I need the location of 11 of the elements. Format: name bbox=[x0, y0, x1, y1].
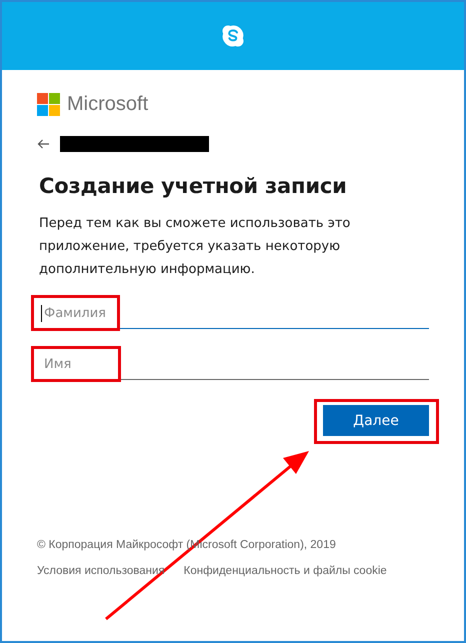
input-field[interactable]: Имя bbox=[41, 344, 429, 380]
input-field[interactable]: Фамилия bbox=[41, 293, 429, 329]
footer-link[interactable]: Конфиденциальность и файлы cookie bbox=[184, 565, 387, 577]
back-arrow-icon[interactable] bbox=[37, 139, 50, 149]
brand-name: Microsoft bbox=[67, 93, 148, 116]
skype-logo-icon bbox=[221, 24, 245, 48]
description-text: Перед тем как вы сможете использовать это приложение, требуется указать некоторую дополнительную информацию. bbox=[39, 215, 352, 279]
text-caret bbox=[41, 305, 42, 322]
next-button[interactable]: Далее bbox=[323, 405, 429, 436]
microsoft-logo-icon bbox=[37, 93, 60, 116]
page-title: Создание учетной записи bbox=[39, 174, 348, 198]
